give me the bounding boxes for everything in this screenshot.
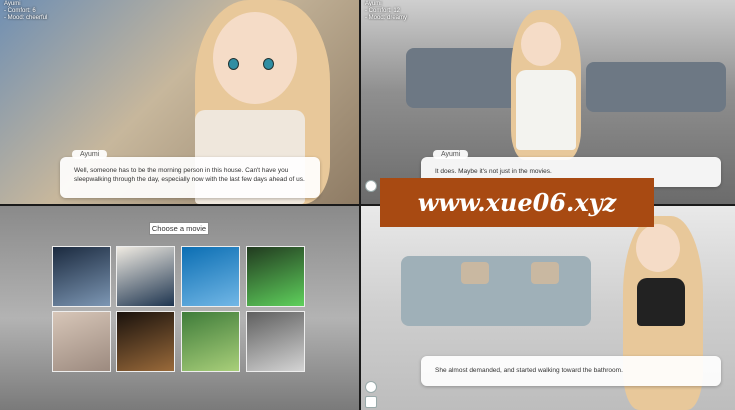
character-eye <box>228 58 239 70</box>
menu-icon[interactable] <box>365 180 377 192</box>
dialogue-text: Well, someone has to be the morning pers… <box>74 167 305 183</box>
menu-icon[interactable] <box>365 381 377 393</box>
movie-poster-5[interactable] <box>52 311 111 372</box>
scene-panel-morning: Ayumi - Comfort: 6 - Mood: cheerful Ayum… <box>0 0 359 204</box>
sofa <box>401 256 591 326</box>
sofa <box>586 62 726 112</box>
save-icon[interactable] <box>365 396 377 408</box>
choose-movie-label: Choose a movie <box>149 222 209 235</box>
movie-poster-6[interactable] <box>116 311 175 372</box>
dialogue-box[interactable]: Ayumi Well, someone has to be the mornin… <box>60 150 320 198</box>
pillow <box>531 262 559 284</box>
dialogue-text: She almost demanded, and started walking… <box>435 367 623 374</box>
pillow <box>461 262 489 284</box>
hud-mood: - Mood: dreamy <box>365 15 408 21</box>
movie-poster-8[interactable] <box>246 311 305 372</box>
dialogue-box[interactable]: She almost demanded, and started walking… <box>421 356 721 386</box>
hud-name: Ayumi <box>4 1 21 7</box>
movie-poster-2[interactable] <box>116 246 175 307</box>
speaker-name: Ayumi <box>433 150 469 159</box>
movie-poster-4[interactable] <box>246 246 305 307</box>
watermark-banner: www.xue06.xyz <box>380 178 654 227</box>
hud-mood: - Mood: cheerful <box>4 15 48 21</box>
speaker-name: Ayumi <box>72 150 108 159</box>
character-body <box>516 70 576 150</box>
hud-comfort: - Comfort: 12 <box>365 8 401 14</box>
character-face <box>636 224 680 272</box>
scene-panel-livingroom: Ayumi - Comfort: 12 - Mood: dreamy Ayumi… <box>361 0 735 204</box>
status-hud: Ayumi - Comfort: 12 - Mood: dreamy <box>365 1 407 22</box>
movie-poster-3[interactable] <box>181 246 240 307</box>
hud-comfort: - Comfort: 6 <box>4 8 36 14</box>
status-hud: Ayumi - Comfort: 6 - Mood: cheerful <box>4 1 47 22</box>
character-eye <box>263 58 274 70</box>
scene-panel-movie-choice: Choose a movie <box>0 206 359 410</box>
character-body <box>637 278 685 326</box>
scene-panel-walkaway: She almost demanded, and started walking… <box>361 206 735 410</box>
movie-poster-1[interactable] <box>52 246 111 307</box>
movie-poster-7[interactable] <box>181 311 240 372</box>
hud-name: Ayumi <box>365 1 382 7</box>
character-face <box>521 22 561 66</box>
dialogue-text: It does. Maybe it's not just in the movi… <box>435 168 552 175</box>
character-face <box>213 12 297 104</box>
